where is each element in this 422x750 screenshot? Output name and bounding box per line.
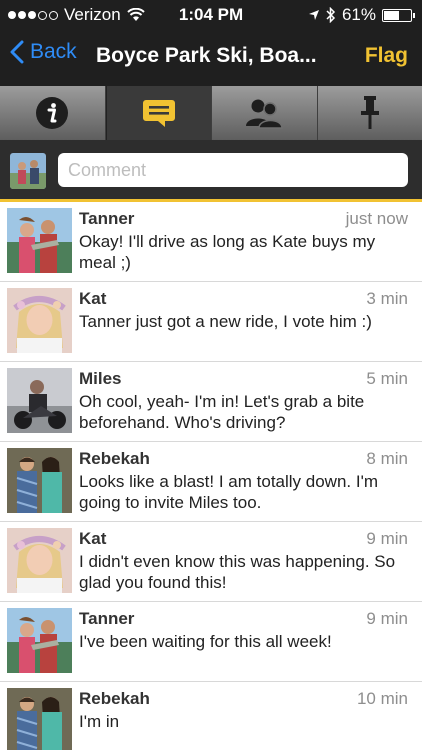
tab-comments[interactable]: [105, 86, 212, 140]
comment-input[interactable]: [58, 153, 408, 187]
status-right: 61%: [308, 5, 415, 25]
comment-author: Tanner: [79, 609, 135, 628]
location-arrow-icon: [308, 10, 319, 20]
bluetooth-icon: [326, 7, 336, 23]
avatar[interactable]: [7, 368, 72, 433]
comment-time: 8 min: [366, 449, 408, 468]
comment-text: I've been waiting for this all week!: [79, 632, 332, 651]
tab-info[interactable]: [0, 86, 106, 140]
tab-location[interactable]: [318, 86, 422, 140]
comment-text: I didn't even know this was happening. S…: [79, 552, 396, 592]
comment-bar: [0, 140, 422, 202]
comment-author: Miles: [79, 369, 122, 388]
comment-text: Tanner just got a new ride, I vote him :…: [79, 312, 372, 331]
avatar[interactable]: [7, 608, 72, 673]
flag-button[interactable]: Flag: [365, 44, 408, 68]
list-item[interactable]: Rebekah 10 min I'm in: [0, 682, 422, 750]
comment-time: just now: [345, 209, 408, 228]
comment-author: Tanner: [79, 209, 135, 228]
avatar[interactable]: [7, 208, 72, 273]
battery-percent: 61%: [341, 5, 376, 24]
top-bar: Verizon 1:04 PM 61% Back Boyce Park Ski,…: [0, 0, 422, 86]
avatar[interactable]: [7, 288, 72, 353]
comment-time: 5 min: [366, 369, 408, 388]
comment-author: Rebekah: [79, 689, 150, 708]
comment-text: Okay! I'll drive as long as Kate buys my…: [79, 232, 376, 272]
comment-time: 9 min: [366, 609, 408, 628]
tab-people[interactable]: [212, 86, 318, 140]
list-item[interactable]: Tanner 9 min I've been waiting for this …: [0, 602, 422, 682]
pin-icon: [360, 96, 379, 129]
comment-author: Rebekah: [79, 449, 150, 468]
list-item[interactable]: Kat 3 min Tanner just got a new ride, I …: [0, 282, 422, 362]
list-item[interactable]: Tanner just now Okay! I'll drive as long…: [0, 202, 422, 282]
my-avatar: [10, 153, 46, 189]
chevron-left-icon: [10, 40, 24, 64]
chat-bubble-icon: [142, 100, 175, 127]
comment-time: 9 min: [366, 529, 408, 548]
comment-text: Oh cool, yeah- I'm in! Let's grab a bite…: [79, 392, 365, 432]
comment-text: I'm in: [79, 712, 120, 731]
list-item[interactable]: Kat 9 min I didn't even know this was ha…: [0, 522, 422, 602]
page-title: Boyce Park Ski, Boa...: [96, 44, 317, 67]
people-icon: [246, 99, 284, 129]
info-icon: [36, 97, 69, 129]
status-bar: Verizon 1:04 PM 61%: [0, 0, 422, 30]
comment-author: Kat: [79, 529, 107, 548]
avatar[interactable]: [7, 528, 72, 593]
battery-icon: [382, 8, 415, 22]
list-item[interactable]: Miles 5 min Oh cool, yeah- I'm in! Let's…: [0, 362, 422, 442]
comment-list: Tanner just now Okay! I'll drive as long…: [0, 202, 422, 750]
tab-bar: [0, 86, 422, 140]
comment-time: 10 min: [356, 689, 408, 708]
comment-author: Kat: [79, 289, 107, 308]
comment-time: 3 min: [366, 289, 408, 308]
avatar[interactable]: [7, 688, 72, 750]
back-label: Back: [30, 40, 77, 63]
back-button[interactable]: Back: [10, 40, 77, 64]
comment-text: Looks like a blast! I am totally down. I…: [79, 472, 378, 512]
avatar[interactable]: [7, 448, 72, 513]
nav-bar: Back Boyce Park Ski, Boa... Flag: [0, 36, 422, 76]
list-item[interactable]: Rebekah 8 min Looks like a blast! I am t…: [0, 442, 422, 522]
